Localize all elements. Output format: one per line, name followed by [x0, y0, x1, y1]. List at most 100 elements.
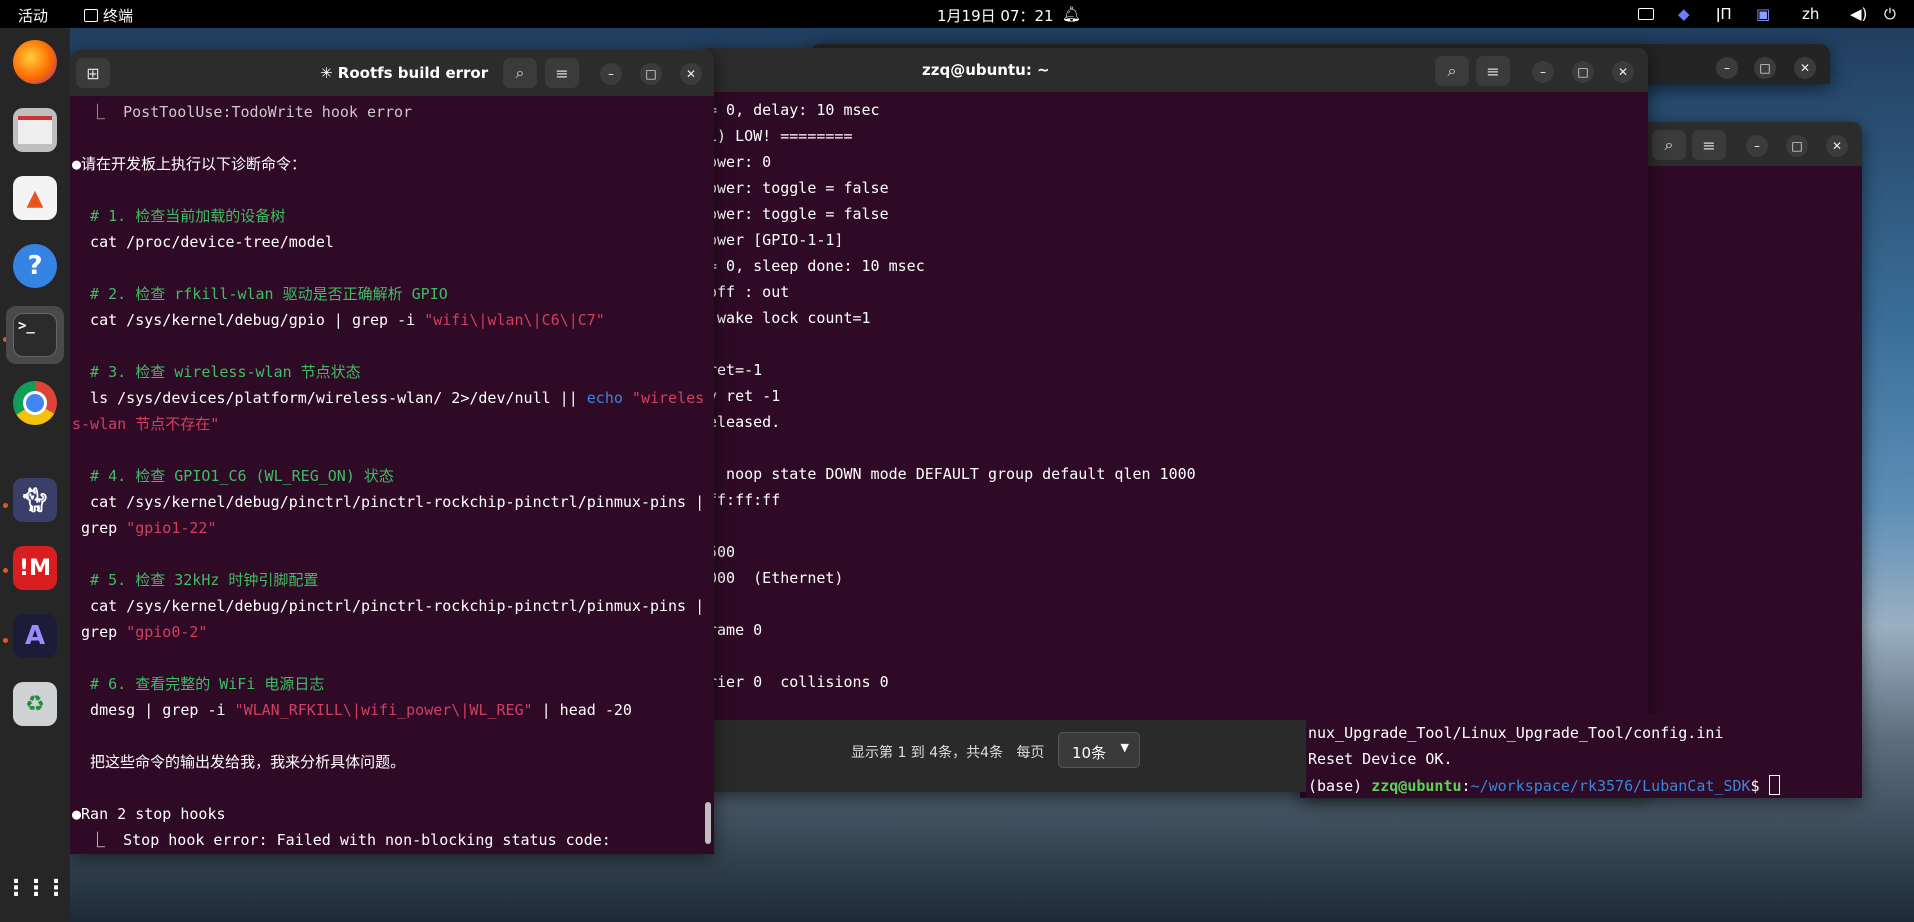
output-line: cat /proc/device-tree/model	[72, 232, 334, 252]
output-line: cat /sys/kernel/debug/pinctrl/pinctrl-ro…	[72, 596, 704, 616]
files-icon[interactable]	[13, 108, 57, 152]
output-line: nux_Upgrade_Tool/Linux_Upgrade_Tool/conf…	[1308, 724, 1724, 742]
minimize-button[interactable]: –	[600, 63, 622, 85]
prompt-line: (base) zzq@ubuntu:~/workspace/rk3576/Lub…	[1308, 775, 1780, 796]
terminal-small-icon	[84, 9, 98, 22]
middle-terminal-window: zzq@ubuntu: ~ ⌕ ≡ – □ ✕ = 0, delay: 10 m…	[700, 48, 1648, 792]
menu-icon[interactable]: ≡	[1476, 56, 1510, 86]
search-icon[interactable]: ⌕	[503, 58, 537, 88]
output-line: Reset Device OK.	[1308, 750, 1453, 768]
chrome-icon[interactable]	[13, 381, 57, 425]
display-icon[interactable]	[1638, 8, 1654, 20]
output-line: = 0, delay: 10 msec	[708, 101, 880, 119]
line-text: dmesg | grep -i	[72, 701, 235, 719]
trash-icon[interactable]: ♻	[13, 682, 57, 726]
middle-terminal-output[interactable]: = 0, delay: 10 msec 1) LOW! ======== ower:…	[700, 92, 1648, 720]
string-literal: "gpio1-22"	[126, 519, 217, 537]
right-terminal-bottom-lines[interactable]: nux_Upgrade_Tool/Linux_Upgrade_Tool/conf…	[1306, 714, 1862, 798]
prompt-env: (base)	[1308, 777, 1372, 795]
search-icon[interactable]: ⌕	[1435, 56, 1469, 86]
minimize-button[interactable]: –	[1532, 61, 1554, 83]
new-tab-icon[interactable]: ⊞	[76, 58, 110, 88]
output-line: ower: toggle = false	[708, 205, 889, 223]
app-name: 终端	[103, 7, 134, 25]
input-method-indicator[interactable]: zh	[1802, 5, 1819, 23]
prompt-user: zzq@ubuntu	[1371, 777, 1462, 795]
cat-app-icon[interactable]: 🐈︎	[13, 478, 57, 522]
help-icon[interactable]: ?	[13, 244, 57, 288]
close-button[interactable]: ✕	[1794, 57, 1816, 79]
output-line: 把这些命令的输出发给我，我来分析具体问题。	[72, 752, 405, 772]
maximize-button[interactable]: □	[1754, 57, 1776, 79]
search-icon[interactable]: ⌕	[1652, 130, 1686, 160]
show-apps-grid-icon[interactable]: ⋮⋮⋮	[5, 866, 67, 910]
output-line: # 1. 检查当前加载的设备树	[72, 206, 285, 226]
output-line: v ret -1	[708, 387, 781, 405]
scrollbar-thumb[interactable]	[705, 802, 711, 844]
output-line: = 0, sleep done: 10 msec	[708, 257, 925, 275]
maximize-button[interactable]: □	[1786, 135, 1808, 157]
output-line: wake lock count=1	[708, 309, 871, 327]
output-line: 000 (Ethernet)	[708, 569, 844, 587]
activities-button[interactable]: 活动	[18, 5, 48, 26]
tray-app-icon[interactable]: ▣	[1756, 5, 1770, 23]
chevron-down-icon: ▼	[1120, 741, 1129, 754]
terminal-icon[interactable]: >_	[13, 313, 57, 357]
output-line: ower [GPIO-1-1]	[708, 231, 844, 249]
dock: ▲ ? >_ 🐈︎ !M A ♻ ⋮⋮⋮	[0, 28, 70, 922]
string-literal: s-wlan 节点不存在"	[72, 415, 220, 433]
maximize-button[interactable]: □	[640, 63, 662, 85]
running-indicator	[3, 638, 8, 643]
line-text: ●Ran 2 stop hooks	[72, 805, 226, 823]
output-line: cat /sys/kernel/debug/pinctrl/pinctrl-ro…	[72, 492, 704, 512]
line-text: grep	[72, 519, 127, 537]
front-terminal-titlebar: ⊞ ✳ Rootfs build error ⌕ ≡ – □ ✕	[70, 50, 714, 96]
output-line: ower: toggle = false	[708, 179, 889, 197]
vpn-icon[interactable]: ◆	[1678, 5, 1690, 23]
output-line: ●Ran 2 stop hooks	[72, 804, 226, 824]
close-button[interactable]: ✕	[680, 63, 702, 85]
output-line: # 4. 检查 GPIO1_C6 (WL_REG_ON) 状态	[72, 466, 394, 486]
string-literal: "wifi\|wlan\|C6\|C7"	[424, 311, 605, 329]
line-text: ●请在开发板上执行以下诊断命令：	[72, 155, 307, 173]
firefox-icon[interactable]	[13, 40, 57, 84]
pager-text: 显示第 1 到 4条，共4条 每页	[851, 745, 1045, 761]
prompt-path: ~/workspace/rk3576/LubanCat_SDK	[1470, 777, 1751, 795]
power-icon[interactable]: ⏻	[1884, 5, 1896, 23]
page-size-select[interactable]: 10条 ▼	[1058, 732, 1140, 768]
output-line: # 3. 检查 wireless-wlan 节点状态	[72, 362, 361, 382]
output-line: ls /sys/devices/platform/wireless-wlan/ …	[72, 388, 704, 408]
output-line: : noop state DOWN mode DEFAULT group def…	[708, 465, 1196, 483]
im-app-icon[interactable]: !M	[13, 546, 57, 590]
app-center-icon[interactable]: ▲	[13, 176, 57, 220]
string-literal: "gpio0-2"	[126, 623, 208, 641]
datetime[interactable]: 1月19日 07：21	[937, 5, 1054, 26]
output-line: grep "gpio0-2"	[72, 622, 207, 642]
line-text: ⎿ Stop hook error: Failed with non-block…	[72, 831, 611, 849]
window-title: zzq@ubuntu: ~	[922, 61, 1050, 79]
output-line: ●请在开发板上执行以下诊断命令：	[72, 154, 306, 174]
close-button[interactable]: ✕	[1826, 135, 1848, 157]
cursor-app-icon[interactable]: A	[13, 614, 57, 658]
output-line: ower: 0	[708, 153, 772, 171]
output-line: rier 0 collisions 0	[708, 673, 889, 691]
minimize-button[interactable]: –	[1746, 135, 1768, 157]
output-line: cat /sys/kernel/debug/gpio | grep -i "wi…	[72, 310, 605, 330]
line-text: # 4. 检查 GPIO1_C6 (WL_REG_ON) 状态	[72, 467, 394, 485]
minimize-button[interactable]: –	[1716, 57, 1738, 79]
volume-icon[interactable]: ◀)	[1850, 5, 1867, 23]
output-line: 1) LOW! ========	[708, 127, 853, 145]
menu-icon[interactable]: ≡	[545, 58, 579, 88]
network-icon[interactable]: ǀΠ	[1716, 5, 1732, 23]
menu-icon[interactable]: ≡	[1692, 130, 1726, 160]
front-terminal-output[interactable]: ⎿ PostToolUse:TodoWrite hook error ●请在开发板…	[70, 96, 714, 854]
line-text: cat /sys/kernel/debug/pinctrl/pinctrl-ro…	[72, 493, 705, 511]
line-text: ls /sys/devices/platform/wireless-wlan/ …	[72, 389, 587, 407]
maximize-button[interactable]: □	[1572, 61, 1594, 83]
terminal-menu[interactable]: 终端	[84, 5, 133, 26]
line-text: # 5. 检查 32kHz 时钟引脚配置	[72, 571, 319, 589]
line-suffix: | head -20	[532, 701, 632, 719]
line-text: # 1. 检查当前加载的设备树	[72, 207, 286, 225]
close-button[interactable]: ✕	[1612, 61, 1634, 83]
builtin-keyword: echo	[586, 389, 623, 407]
